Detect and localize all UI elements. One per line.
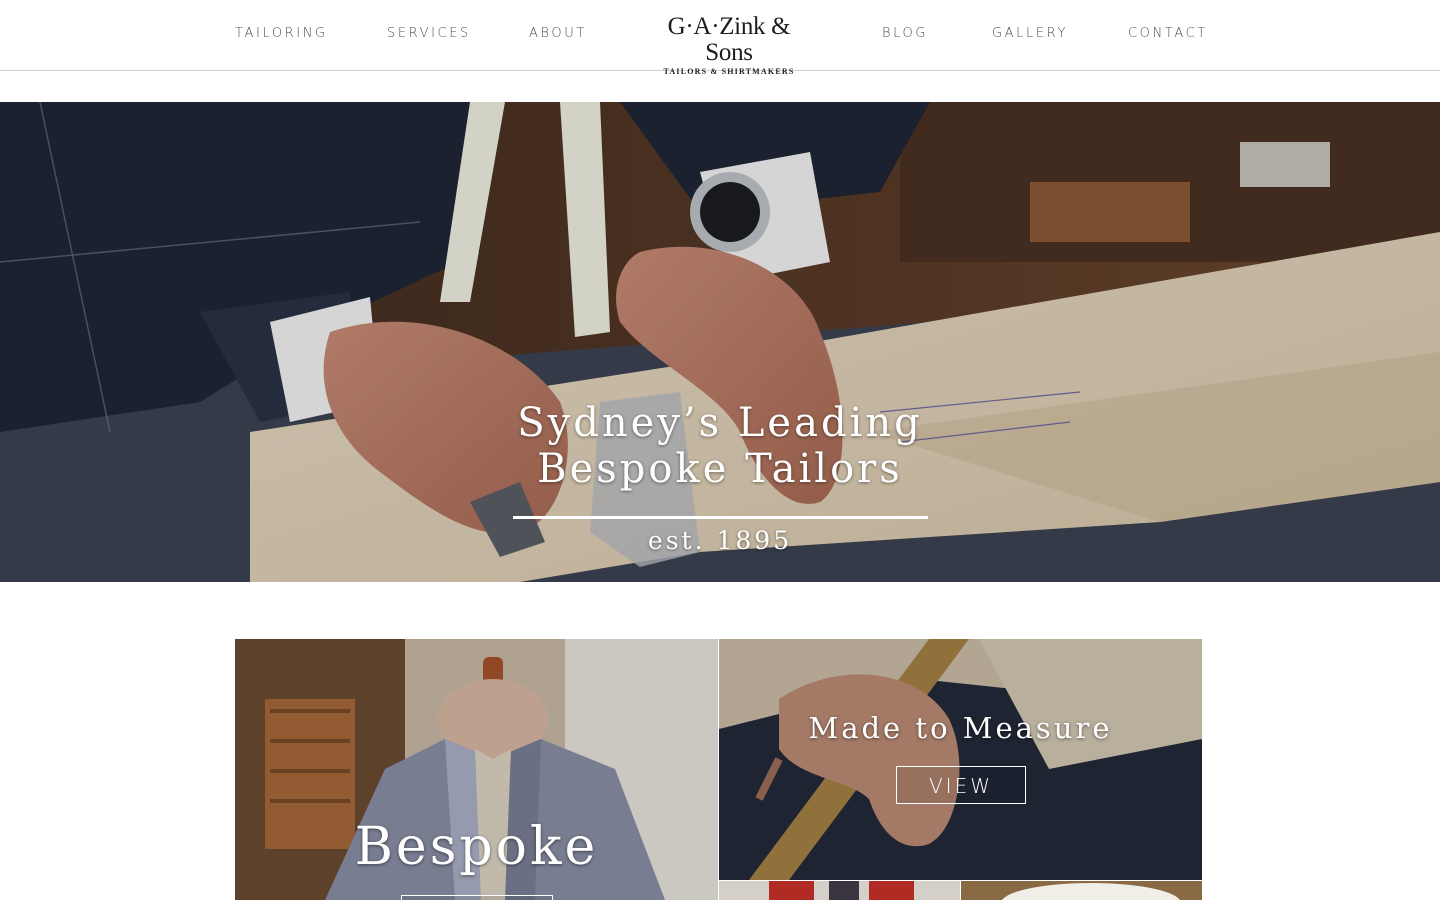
nav-contact[interactable]: CONTACT <box>1128 26 1208 41</box>
nav-services[interactable]: SERVICES <box>387 26 471 41</box>
made-to-measure-title: Made to Measure <box>808 711 1113 745</box>
hero-slider: Sydney’s Leading Bespoke Tailors est. 189… <box>0 102 1440 582</box>
bespoke-title: Bespoke <box>354 817 599 877</box>
nav-about[interactable]: ABOUT <box>529 26 587 41</box>
logo-tagline: TAILORS & SHIRTMAKERS <box>663 67 795 76</box>
bespoke-view-button[interactable] <box>401 895 553 900</box>
hero-title: Sydney’s Leading Bespoke Tailors <box>517 400 923 492</box>
made-to-measure-view-button[interactable]: VIEW <box>896 766 1026 804</box>
hero-image <box>0 102 1440 582</box>
gallery-tile-1[interactable] <box>719 881 960 900</box>
made-to-measure-image <box>719 639 1202 880</box>
gallery-tile-1-image <box>719 881 960 900</box>
hero-divider <box>513 516 928 519</box>
gallery-tile-2-image <box>961 881 1202 900</box>
nav-gallery[interactable]: GALLERY <box>992 26 1068 41</box>
gallery-tile-2[interactable] <box>961 881 1202 900</box>
bespoke-tile[interactable]: Bespoke <box>235 639 718 900</box>
site-logo[interactable]: G·A·Zink & Sons TAILORS & SHIRTMAKERS <box>644 14 814 77</box>
logo-wordmark: G·A·Zink & Sons <box>667 13 791 66</box>
nav-tailoring[interactable]: TAILORING <box>235 26 328 41</box>
made-to-measure-tile[interactable]: Made to Measure VIEW <box>719 639 1202 880</box>
hero-subtitle: est. 1895 <box>647 526 793 555</box>
site-header: TAILORING SERVICES ABOUT G·A·Zink & Sons… <box>0 0 1440 77</box>
nav-blog[interactable]: BLOG <box>882 26 928 41</box>
